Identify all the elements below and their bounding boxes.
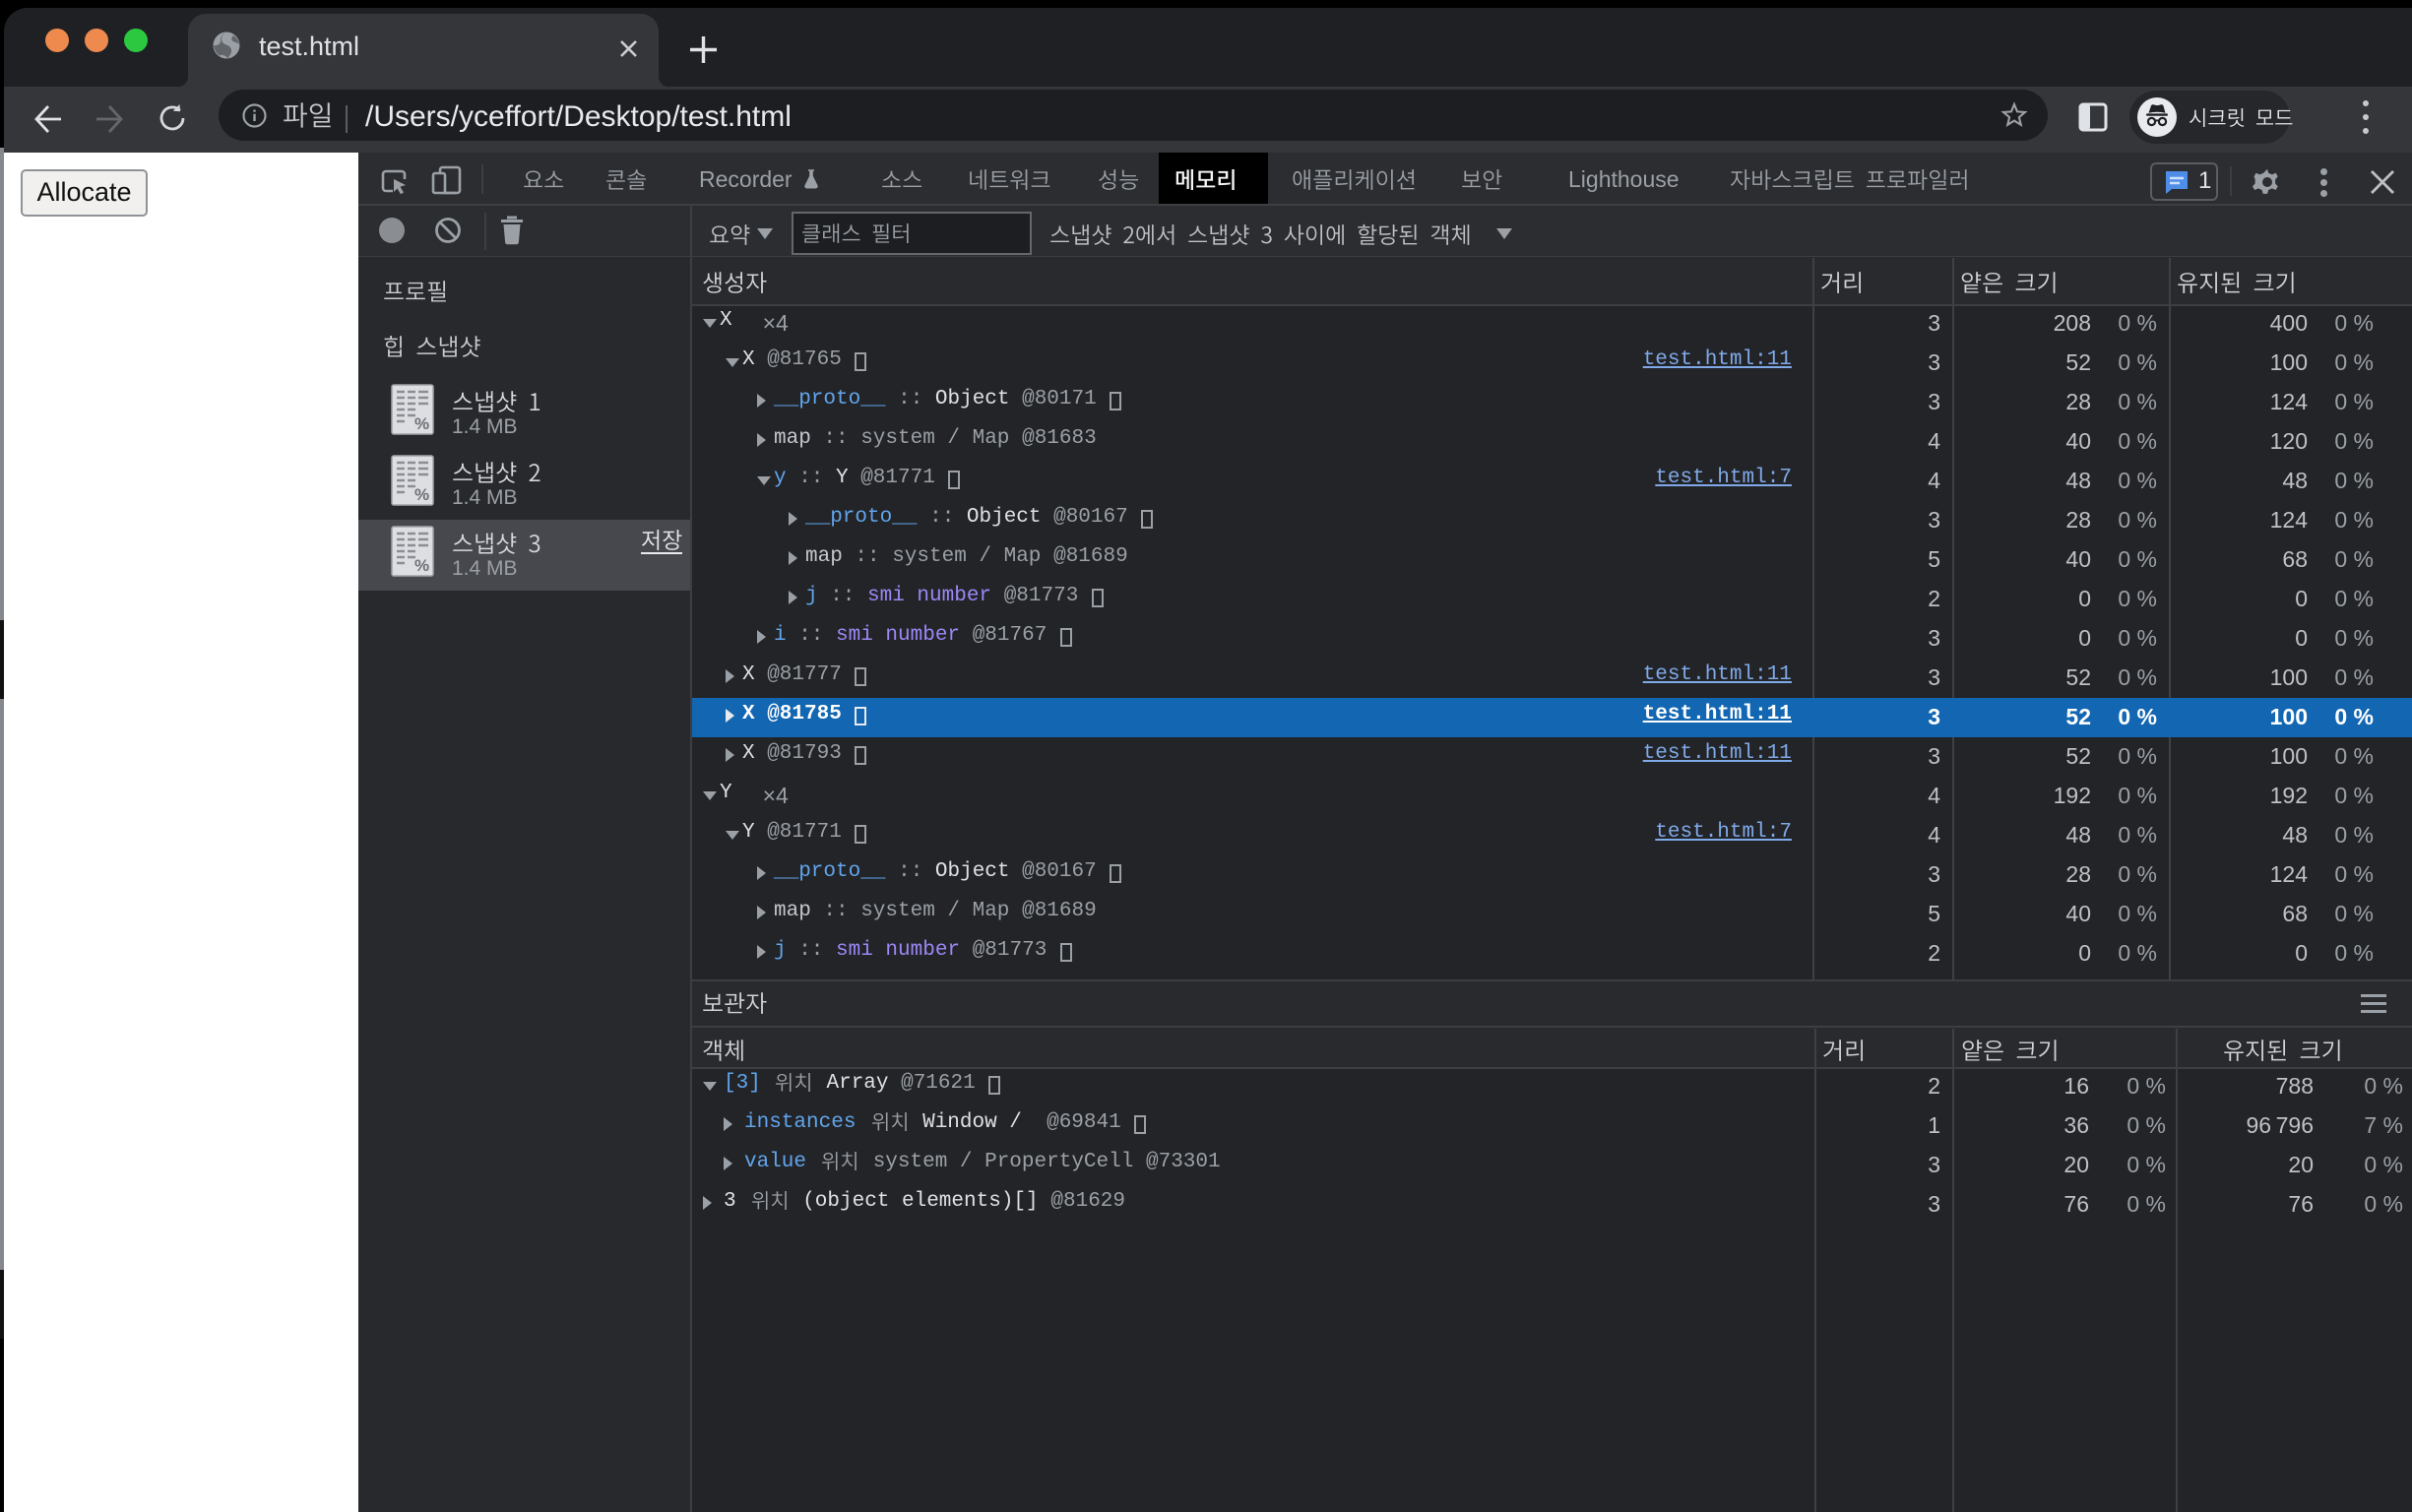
svg-text:%: % <box>414 556 429 575</box>
svg-text:%: % <box>414 485 429 504</box>
svg-text:%: % <box>414 414 429 433</box>
